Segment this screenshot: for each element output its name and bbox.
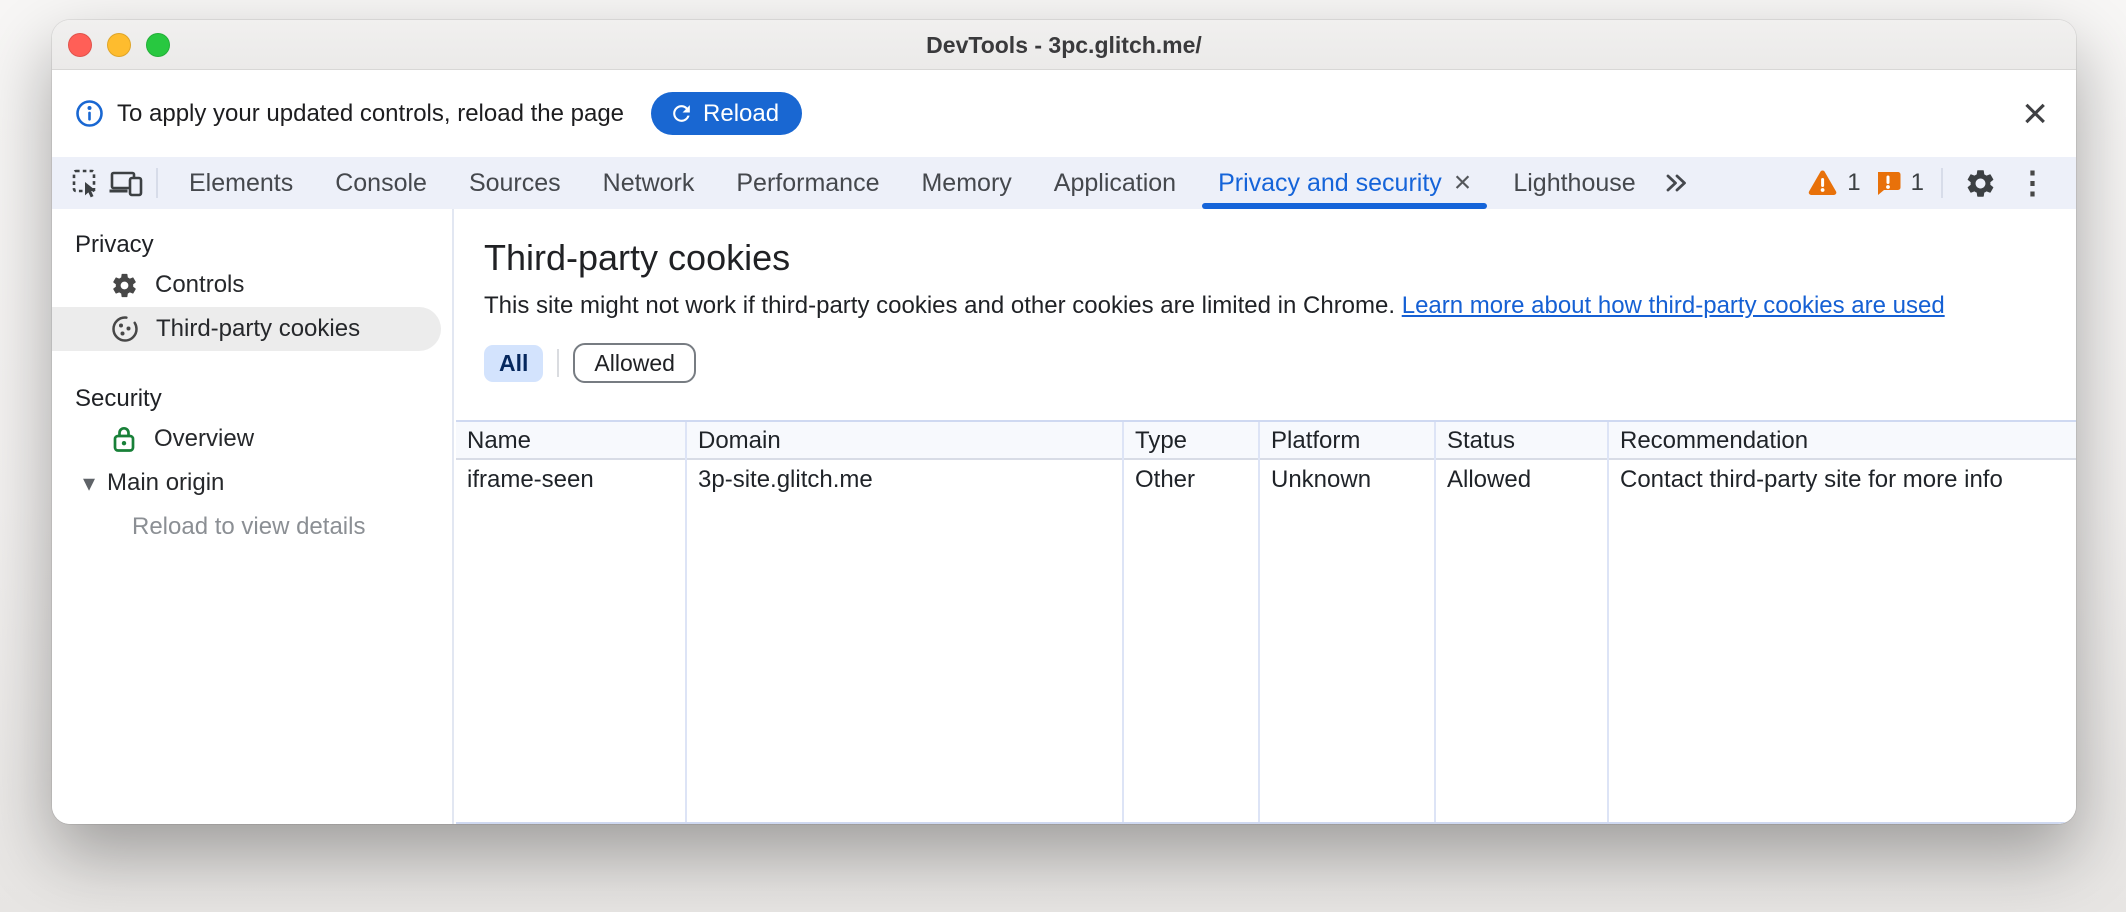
info-icon: [75, 99, 104, 128]
third-party-cookies-panel: Third-party cookies This site might not …: [456, 209, 2076, 824]
column-platform: Platform Unknown: [1260, 422, 1436, 822]
column-domain: Domain 3p-site.glitch.me: [687, 422, 1124, 822]
column-header-platform[interactable]: Platform: [1260, 422, 1434, 460]
cell-recommendation[interactable]: Contact third-party site for more info: [1609, 460, 2076, 500]
tab-performance[interactable]: Performance: [715, 157, 900, 209]
filter-allowed-chip[interactable]: Allowed: [573, 343, 696, 383]
reload-button[interactable]: Reload: [651, 92, 802, 135]
tab-network[interactable]: Network: [582, 157, 716, 209]
warning-triangle-icon: [1807, 169, 1838, 197]
privacy-security-sidebar: Privacy Controls T: [52, 209, 454, 824]
toolbar-right-group: 1 1 ⋮: [1807, 161, 2076, 205]
titlebar: DevTools - 3pc.glitch.me/: [52, 20, 2076, 70]
panel-content: Privacy Controls T: [52, 209, 2076, 824]
devtools-toolbar: Elements Console Sources Network Perform…: [52, 157, 2076, 209]
sidebar-section-privacy: Privacy: [52, 227, 452, 263]
tab-console[interactable]: Console: [314, 157, 448, 209]
page-description: This site might not work if third-party …: [484, 290, 2076, 322]
device-toolbar-icon[interactable]: [106, 161, 146, 205]
tab-lighthouse[interactable]: Lighthouse: [1492, 157, 1656, 209]
column-header-domain[interactable]: Domain: [687, 422, 1122, 460]
infobar-message: To apply your updated controls, reload t…: [117, 100, 624, 128]
column-name: Name iframe-seen: [456, 422, 687, 822]
learn-more-link[interactable]: Learn more about how third-party cookies…: [1402, 292, 1945, 319]
more-tabs-chevron-icon[interactable]: [1657, 161, 1697, 205]
tab-elements[interactable]: Elements: [168, 157, 314, 209]
devtools-window: DevTools - 3pc.glitch.me/ To apply your …: [52, 20, 2076, 824]
column-type: Type Other: [1124, 422, 1260, 822]
cell-name[interactable]: iframe-seen: [456, 460, 685, 500]
cell-domain[interactable]: 3p-site.glitch.me: [687, 460, 1122, 500]
more-options-icon[interactable]: ⋮: [2013, 165, 2052, 201]
tab-close-icon[interactable]: ×: [1454, 168, 1472, 198]
issue-count: 1: [1911, 169, 1924, 197]
filter-all-chip[interactable]: All: [484, 345, 543, 382]
reload-to-view-details-note: Reload to view details: [52, 505, 452, 549]
warning-count: 1: [1847, 169, 1860, 197]
reload-icon: [669, 101, 694, 126]
issues-indicator[interactable]: 1: [1874, 169, 1924, 197]
issues-icon: [1874, 169, 1902, 197]
toolbar-divider: [1941, 168, 1943, 198]
page-title: Third-party cookies: [484, 235, 2076, 281]
column-status: Status Allowed: [1436, 422, 1609, 822]
sidebar-item-third-party-cookies[interactable]: Third-party cookies: [52, 307, 441, 351]
inspect-element-icon[interactable]: [66, 161, 106, 205]
cookies-table: Name iframe-seen Domain 3p-site.glitch.m…: [456, 420, 2076, 824]
column-header-status[interactable]: Status: [1436, 422, 1607, 460]
infobar: To apply your updated controls, reload t…: [52, 70, 2076, 157]
sidebar-item-label: Controls: [155, 271, 244, 299]
disclosure-triangle-icon[interactable]: ▾: [78, 469, 100, 498]
close-window-button[interactable]: [68, 33, 92, 57]
warnings-indicator[interactable]: 1: [1807, 169, 1860, 197]
tab-privacy-and-security[interactable]: Privacy and security ×: [1197, 157, 1492, 209]
tab-application[interactable]: Application: [1033, 157, 1197, 209]
minimize-window-button[interactable]: [107, 33, 131, 57]
column-recommendation: Recommendation Contact third-party site …: [1609, 422, 2076, 822]
lock-icon: [110, 424, 138, 454]
cell-platform[interactable]: Unknown: [1260, 460, 1434, 500]
column-header-recommendation[interactable]: Recommendation: [1609, 422, 2076, 460]
chip-divider: [557, 349, 559, 377]
sidebar-item-label: Third-party cookies: [156, 315, 360, 343]
column-header-name[interactable]: Name: [456, 422, 685, 460]
cookie-icon: [110, 314, 140, 344]
tab-sources[interactable]: Sources: [448, 157, 582, 209]
sidebar-item-main-origin[interactable]: ▾ Main origin: [52, 461, 441, 505]
sidebar-item-overview[interactable]: Overview: [52, 417, 441, 461]
cell-type[interactable]: Other: [1124, 460, 1258, 500]
page-header: Third-party cookies This site might not …: [456, 209, 2076, 383]
cell-status[interactable]: Allowed: [1436, 460, 1607, 500]
sidebar-item-controls[interactable]: Controls: [52, 263, 441, 307]
infobar-close-icon[interactable]: ×: [2022, 94, 2048, 134]
filter-chips: All Allowed: [484, 343, 2076, 383]
reload-button-label: Reload: [703, 100, 779, 128]
gear-icon: [110, 271, 139, 300]
sidebar-section-security: Security: [52, 381, 452, 417]
sidebar-item-label: Overview: [154, 425, 254, 453]
settings-gear-icon[interactable]: [1960, 161, 2000, 205]
window-title: DevTools - 3pc.glitch.me/: [52, 20, 2076, 70]
column-header-type[interactable]: Type: [1124, 422, 1258, 460]
sidebar-item-label: Main origin: [107, 469, 224, 497]
tab-memory[interactable]: Memory: [900, 157, 1032, 209]
toolbar-divider: [156, 168, 158, 198]
zoom-window-button[interactable]: [146, 33, 170, 57]
